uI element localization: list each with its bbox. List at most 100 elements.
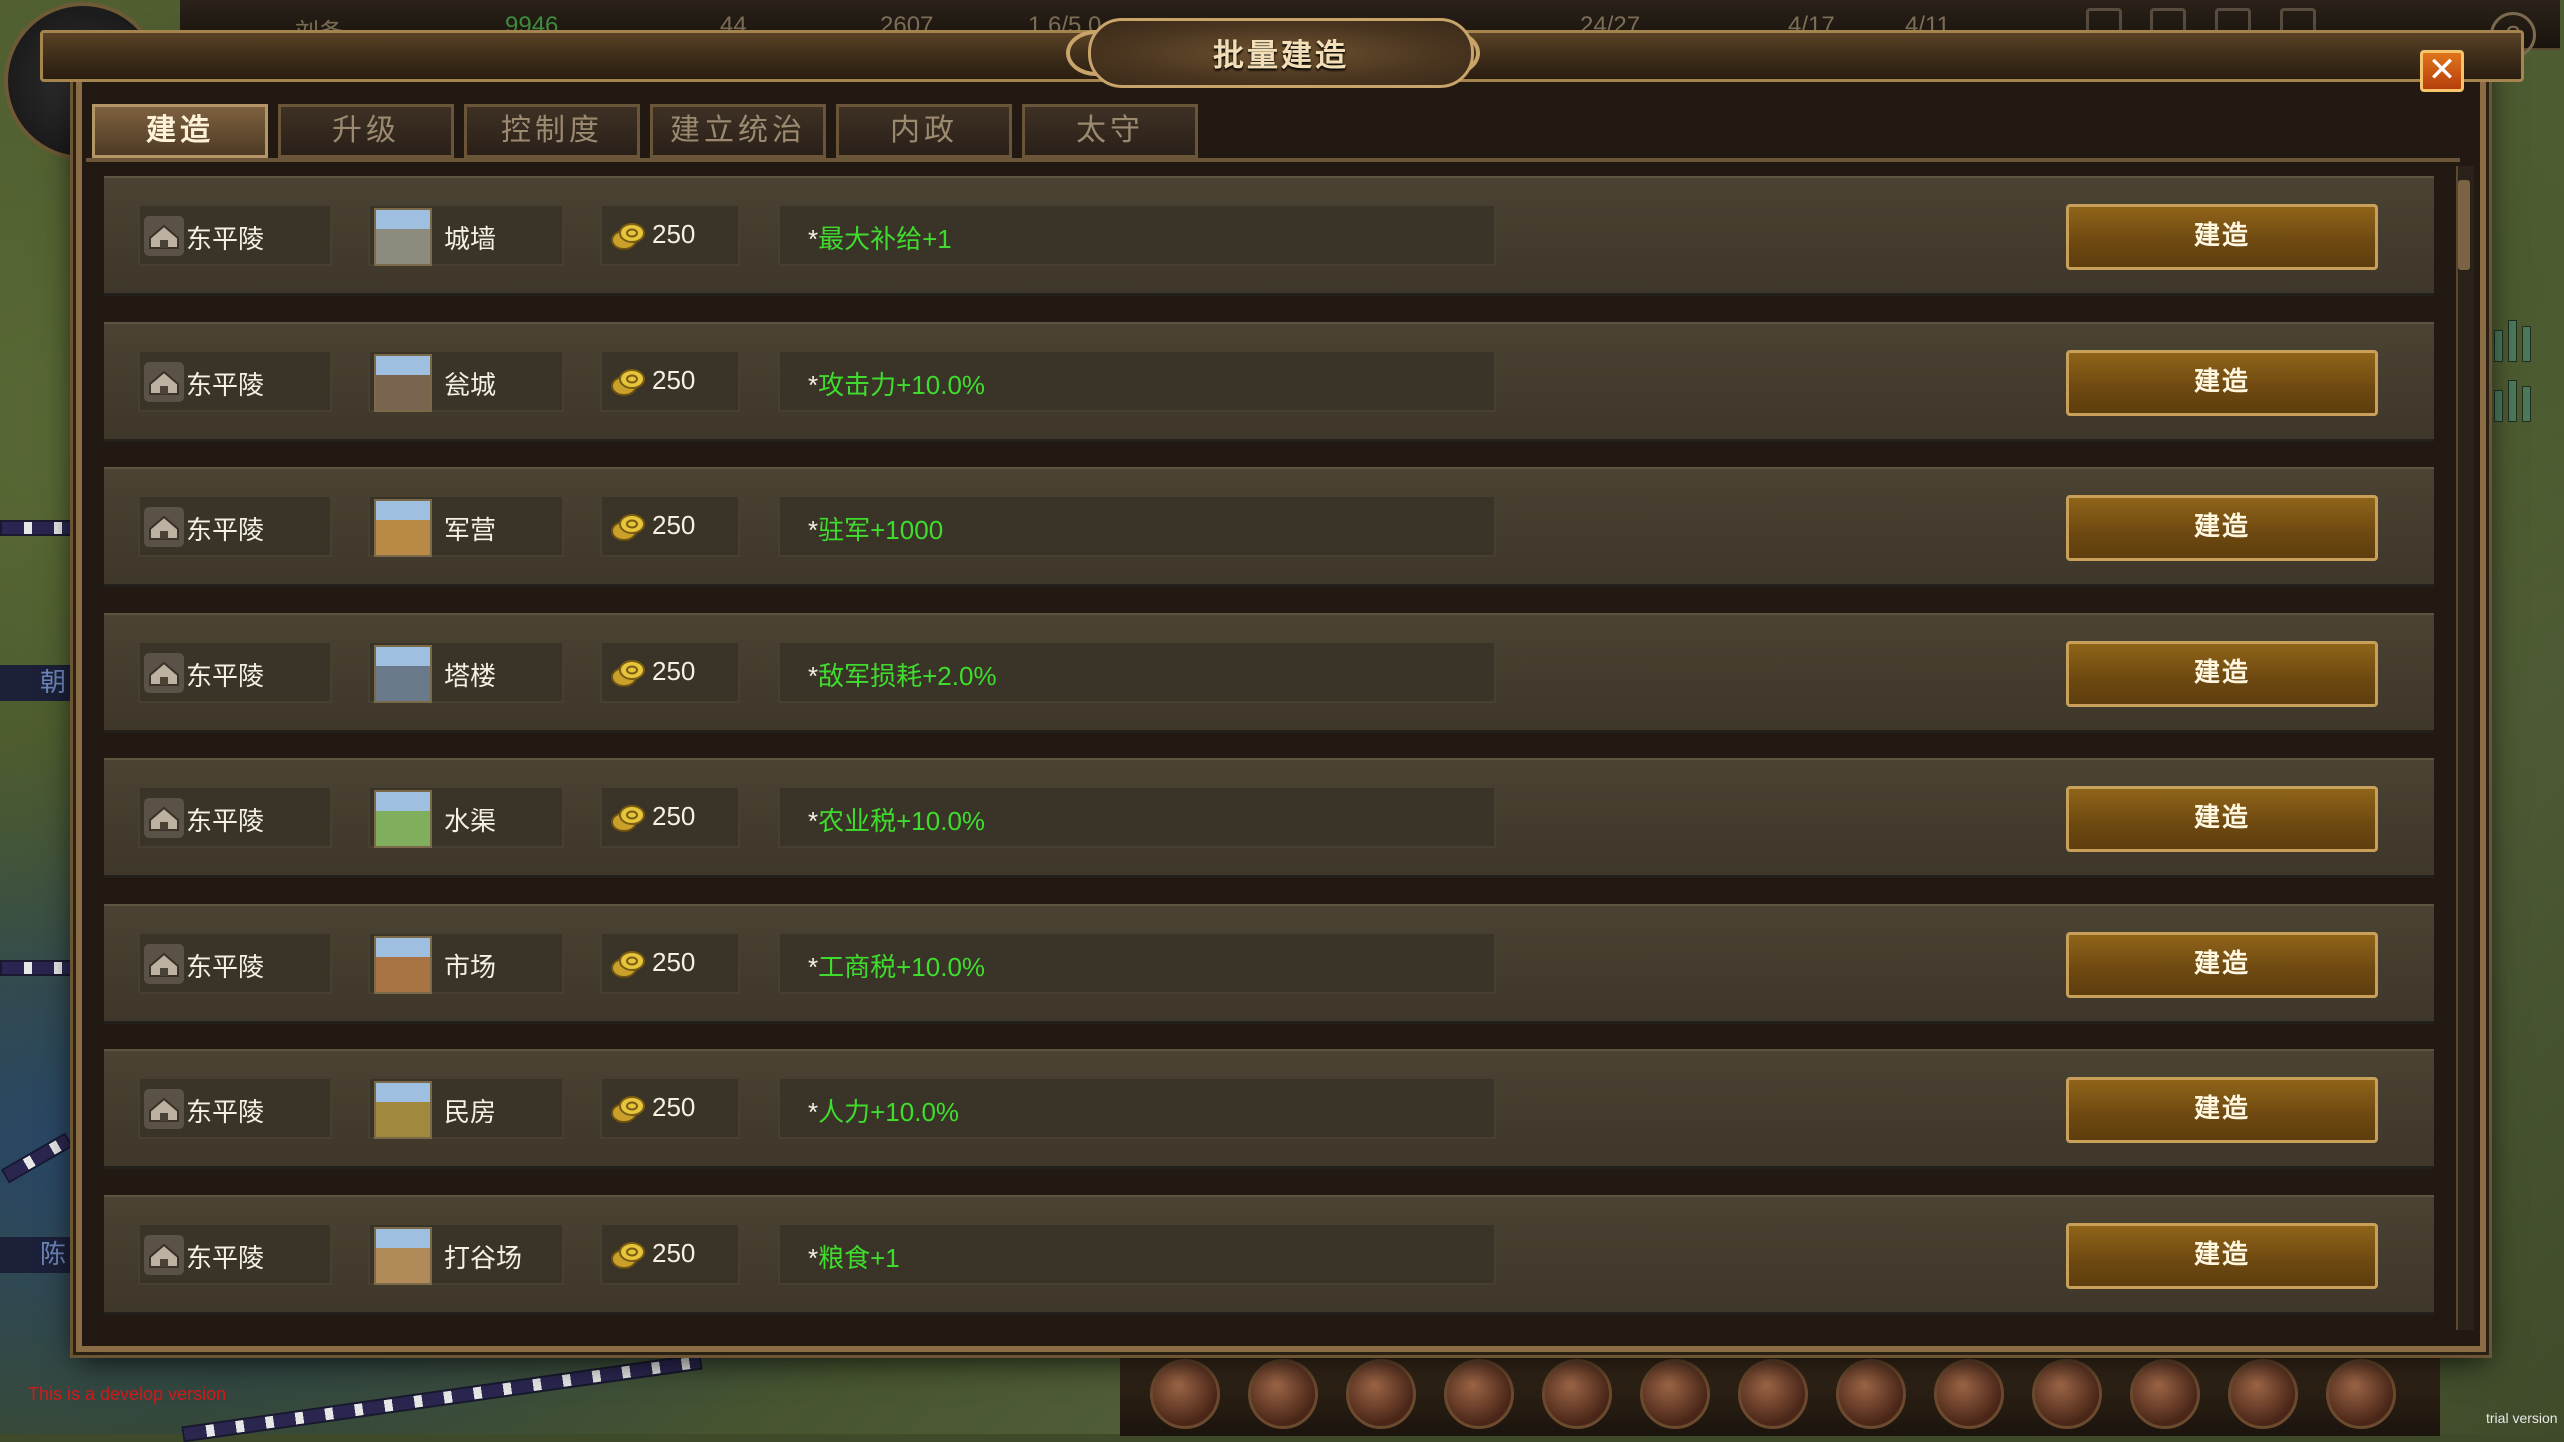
city-cell: 东平陵 xyxy=(138,1077,332,1139)
cost-cell: 250 xyxy=(600,1222,740,1285)
effect-cell: *工商税+10.0% xyxy=(778,931,1496,994)
build-row: 东平陵 打谷场 250 *粮食+1 建造 xyxy=(104,1194,2434,1315)
cost-value: 250 xyxy=(652,510,696,540)
effect-value: 最大补给+1 xyxy=(818,224,952,254)
tab-establish-rule[interactable]: 建立统治 xyxy=(650,104,826,158)
effect-text: *人力+10.0% xyxy=(808,1092,959,1129)
effect-bullet: * xyxy=(808,1242,819,1273)
effect-bullet: * xyxy=(808,224,819,254)
effect-value: 驻军+1000 xyxy=(818,515,944,545)
stat-bar xyxy=(2522,386,2531,422)
effect-text: *粮食+1 xyxy=(808,1238,900,1275)
cost-cell: 250 xyxy=(600,204,740,266)
effect-text: *农业税+10.0% xyxy=(808,801,985,838)
cost-value: 250 xyxy=(652,364,696,395)
build-button[interactable]: 建造 xyxy=(2066,204,2378,270)
build-row: 东平陵 瓮城 250 *攻击力+10.0% 建造 xyxy=(104,321,2434,442)
map-road xyxy=(0,960,74,976)
effect-text: *敌军损耗+2.0% xyxy=(808,656,997,693)
action-icon[interactable] xyxy=(2130,1359,2200,1429)
cost-value: 250 xyxy=(652,219,696,249)
effect-value: 人力+10.0% xyxy=(818,1097,960,1127)
city-icon xyxy=(144,1089,184,1129)
city-name: 东平陵 xyxy=(186,806,265,836)
trial-version-note: trial version xyxy=(2486,1410,2558,1426)
tab-internal-affairs[interactable]: 内政 xyxy=(836,104,1012,158)
wall-icon xyxy=(374,208,432,266)
building-name: 民房 xyxy=(444,1097,497,1127)
action-icon[interactable] xyxy=(1346,1359,1416,1429)
build-button[interactable]: 建造 xyxy=(2066,349,2378,416)
gold-coin-icon xyxy=(608,1235,648,1275)
city-icon xyxy=(144,216,184,256)
tab-build[interactable]: 建造 xyxy=(92,104,268,158)
cost-value: 250 xyxy=(652,946,696,977)
map-road xyxy=(0,520,84,536)
action-icon[interactable] xyxy=(1640,1359,1710,1429)
effect-value: 工商税+10.0% xyxy=(818,951,986,982)
building-name: 塔楼 xyxy=(444,660,497,691)
build-button[interactable]: 建造 xyxy=(2066,640,2378,707)
threshing-floor-icon xyxy=(374,1226,432,1285)
tab-governor[interactable]: 太守 xyxy=(1022,104,1198,158)
scrollbar-track[interactable] xyxy=(2456,166,2474,1330)
tab-upgrade[interactable]: 升级 xyxy=(278,104,454,158)
effect-cell: *粮食+1 xyxy=(778,1222,1496,1285)
cost-value: 250 xyxy=(652,655,696,686)
bottom-action-bar xyxy=(1120,1345,2440,1436)
action-icon[interactable] xyxy=(1934,1359,2004,1429)
effect-cell: *驻军+1000 xyxy=(778,495,1496,557)
build-row: 东平陵 军营 250 *驻军+1000 建造 xyxy=(104,467,2434,587)
action-icon[interactable] xyxy=(2032,1359,2102,1429)
city-cell: 东平陵 xyxy=(138,495,332,557)
building-cell: 军营 xyxy=(368,495,564,557)
building-name: 打谷场 xyxy=(444,1242,523,1273)
building-cell: 民房 xyxy=(368,1077,564,1139)
barracks-icon xyxy=(374,499,432,557)
build-row: 东平陵 水渠 250 *农业税+10.0% 建造 xyxy=(104,758,2434,878)
scrollbar-thumb[interactable] xyxy=(2458,180,2470,270)
build-button[interactable]: 建造 xyxy=(2066,1222,2378,1289)
tower-icon xyxy=(374,644,432,703)
city-cell: 东平陵 xyxy=(138,204,332,266)
gold-coin-icon xyxy=(608,216,648,256)
city-icon xyxy=(144,652,184,693)
build-button[interactable]: 建造 xyxy=(2066,786,2378,852)
dialog-title: 批量建造 xyxy=(1213,38,1349,74)
action-icon[interactable] xyxy=(1836,1359,1906,1429)
build-button[interactable]: 建造 xyxy=(2066,931,2378,998)
building-cell: 瓮城 xyxy=(368,349,564,412)
stat-bar xyxy=(2508,320,2517,362)
cost-cell: 250 xyxy=(600,495,740,557)
effect-value: 敌军损耗+2.0% xyxy=(818,660,997,691)
action-icon[interactable] xyxy=(1248,1359,1318,1429)
action-icon[interactable] xyxy=(2228,1359,2298,1429)
gold-coin-icon xyxy=(608,798,648,838)
action-icon[interactable] xyxy=(1542,1359,1612,1429)
stat-bar xyxy=(2494,330,2503,362)
effect-text: *驻军+1000 xyxy=(808,510,943,547)
building-cell: 水渠 xyxy=(368,786,564,848)
building-cell: 市场 xyxy=(368,931,564,994)
action-icon[interactable] xyxy=(1150,1359,1220,1429)
city-name: 东平陵 xyxy=(186,951,265,982)
effect-value: 农业税+10.0% xyxy=(818,806,986,836)
close-button[interactable]: ✕ xyxy=(2420,50,2464,92)
gold-coin-icon xyxy=(608,507,648,547)
gold-coin-icon xyxy=(608,944,648,984)
building-name: 水渠 xyxy=(444,806,497,836)
cost-cell: 250 xyxy=(600,786,740,848)
effect-bullet: * xyxy=(808,1097,819,1127)
map-city-label[interactable]: 朝 xyxy=(0,665,80,701)
action-icon[interactable] xyxy=(2326,1359,2396,1429)
city-name: 东平陵 xyxy=(186,1097,265,1127)
effect-cell: *人力+10.0% xyxy=(778,1077,1496,1139)
build-button[interactable]: 建造 xyxy=(2066,1077,2378,1143)
action-icon[interactable] xyxy=(1444,1359,1514,1429)
action-icon[interactable] xyxy=(1738,1359,1808,1429)
build-button[interactable]: 建造 xyxy=(2066,495,2378,561)
stat-bar xyxy=(2508,380,2517,422)
tab-control[interactable]: 控制度 xyxy=(464,104,640,158)
map-city-label[interactable]: 陈 xyxy=(0,1237,80,1273)
cost-cell: 250 xyxy=(600,640,740,703)
